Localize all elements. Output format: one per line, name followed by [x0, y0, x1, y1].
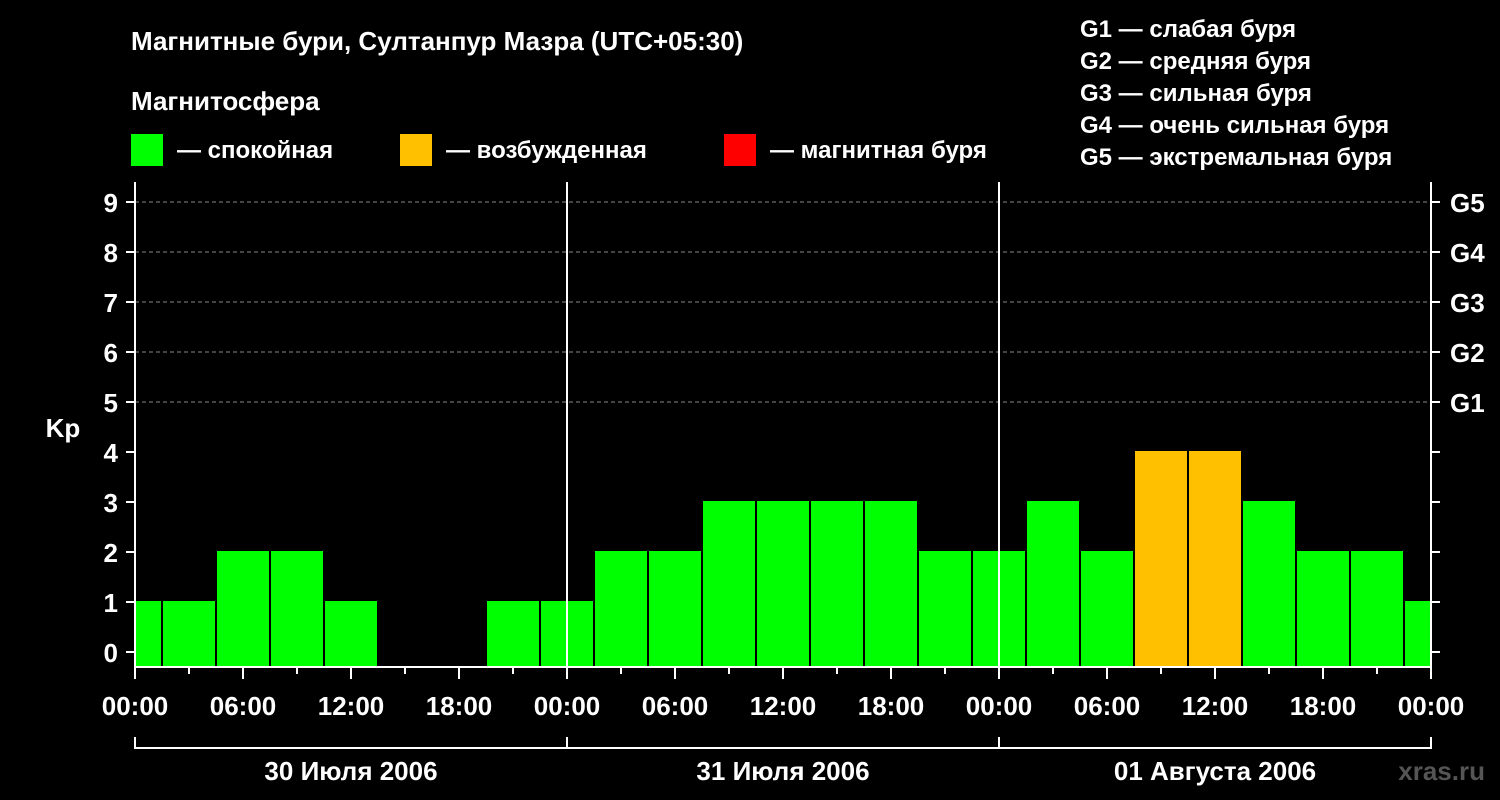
- x-tick-label-3: 18:00: [426, 691, 493, 721]
- kp-bar-15: [919, 551, 971, 667]
- storm-legend-g4: G4 — очень сильная буря: [1080, 112, 1389, 139]
- y-tick-label-4: 4: [104, 438, 119, 468]
- kp-bar-20: [1189, 451, 1241, 667]
- day-label-0: 30 Июля 2006: [264, 756, 437, 786]
- kp-bar-23: [1351, 551, 1403, 667]
- y-tick-label-2: 2: [104, 538, 118, 568]
- legend-swatch-calm: [131, 134, 163, 166]
- x-tick-label-0: 00:00: [102, 691, 169, 721]
- y-tick-label-0: 0: [104, 638, 118, 668]
- x-tick-label-12: 00:00: [1398, 691, 1465, 721]
- y-tick-label-6: 6: [104, 338, 118, 368]
- kp-bar-24: [1405, 601, 1430, 667]
- kp-bar-9: [595, 551, 647, 667]
- kp-bar-12: [757, 501, 809, 667]
- x-tick-label-2: 12:00: [318, 691, 385, 721]
- x-tick-label-4: 00:00: [534, 691, 601, 721]
- storm-level-label-g4: G4: [1450, 238, 1485, 268]
- x-tick-label-5: 06:00: [642, 691, 709, 721]
- kp-bar-10: [649, 551, 701, 667]
- kp-bar-13: [811, 501, 863, 667]
- y-tick-label-5: 5: [104, 388, 118, 418]
- kp-bar-14: [865, 501, 917, 667]
- storm-legend-g1: G1 — слабая буря: [1080, 16, 1296, 43]
- x-tick-label-11: 18:00: [1290, 691, 1357, 721]
- kp-bar-11: [703, 501, 755, 667]
- x-tick-label-9: 06:00: [1074, 691, 1141, 721]
- storm-legend-g3: G3 — сильная буря: [1080, 80, 1312, 107]
- storm-level-label-g5: G5: [1450, 188, 1485, 218]
- grid-lines: [135, 201, 1431, 403]
- kp-bar-17: [1027, 501, 1079, 667]
- legend-swatch-excited: [400, 134, 432, 166]
- kp-bar-4: [325, 601, 377, 667]
- axes: 0 1 2 3 4 5 6 7 8 9 G1 G2 G3 G4 G5 00:00 06:00 12:00 18:00…: [102, 182, 1485, 786]
- x-tick-label-6: 12:00: [750, 691, 817, 721]
- day-label-1: 31 Июля 2006: [696, 756, 869, 786]
- kp-bar-21: [1243, 501, 1295, 667]
- storm-legend-g5: G5 — экстремальная буря: [1080, 144, 1392, 171]
- legend-label-calm: — спокойная: [177, 137, 333, 164]
- storm-legend-g2: G2 — средняя буря: [1080, 48, 1311, 75]
- day-label-2: 01 Августа 2006: [1114, 756, 1316, 786]
- watermark: xras.ru: [1398, 756, 1485, 786]
- legend-swatch-storm: [724, 134, 756, 166]
- y-axis-label: Kp: [46, 413, 81, 443]
- x-tick-label-8: 00:00: [966, 691, 1033, 721]
- x-tick-label-10: 12:00: [1182, 691, 1249, 721]
- y-tick-label-1: 1: [104, 588, 118, 618]
- kp-bar-7: [487, 601, 539, 667]
- kp-bar-22: [1297, 551, 1349, 667]
- kp-bar-18: [1081, 551, 1133, 667]
- y-tick-label-3: 3: [104, 488, 118, 518]
- kp-bar-1: [163, 601, 215, 667]
- y-tick-label-8: 8: [104, 238, 118, 268]
- legend-label-storm: — магнитная буря: [770, 137, 987, 164]
- x-tick-label-7: 18:00: [858, 691, 925, 721]
- legend-label-excited: — возбужденная: [446, 137, 647, 164]
- kp-bar-3: [271, 551, 323, 667]
- bars: [136, 451, 1430, 667]
- kp-bar-0: [136, 601, 161, 667]
- chart-subtitle: Магнитосфера: [131, 86, 320, 116]
- x-tick-label-1: 06:00: [210, 691, 277, 721]
- kp-bar-19: [1135, 451, 1187, 667]
- storm-level-label-g1: G1: [1450, 388, 1485, 418]
- storm-level-label-g3: G3: [1450, 288, 1485, 318]
- y-tick-label-7: 7: [104, 288, 118, 318]
- kp-bar-2: [217, 551, 269, 667]
- y-tick-label-9: 9: [104, 188, 118, 218]
- storm-level-label-g2: G2: [1450, 338, 1485, 368]
- kp-chart: Магнитные бури, Султанпур Мазра (UTC+05:…: [46, 16, 1486, 786]
- chart-title: Магнитные бури, Султанпур Мазра (UTC+05:…: [131, 26, 743, 56]
